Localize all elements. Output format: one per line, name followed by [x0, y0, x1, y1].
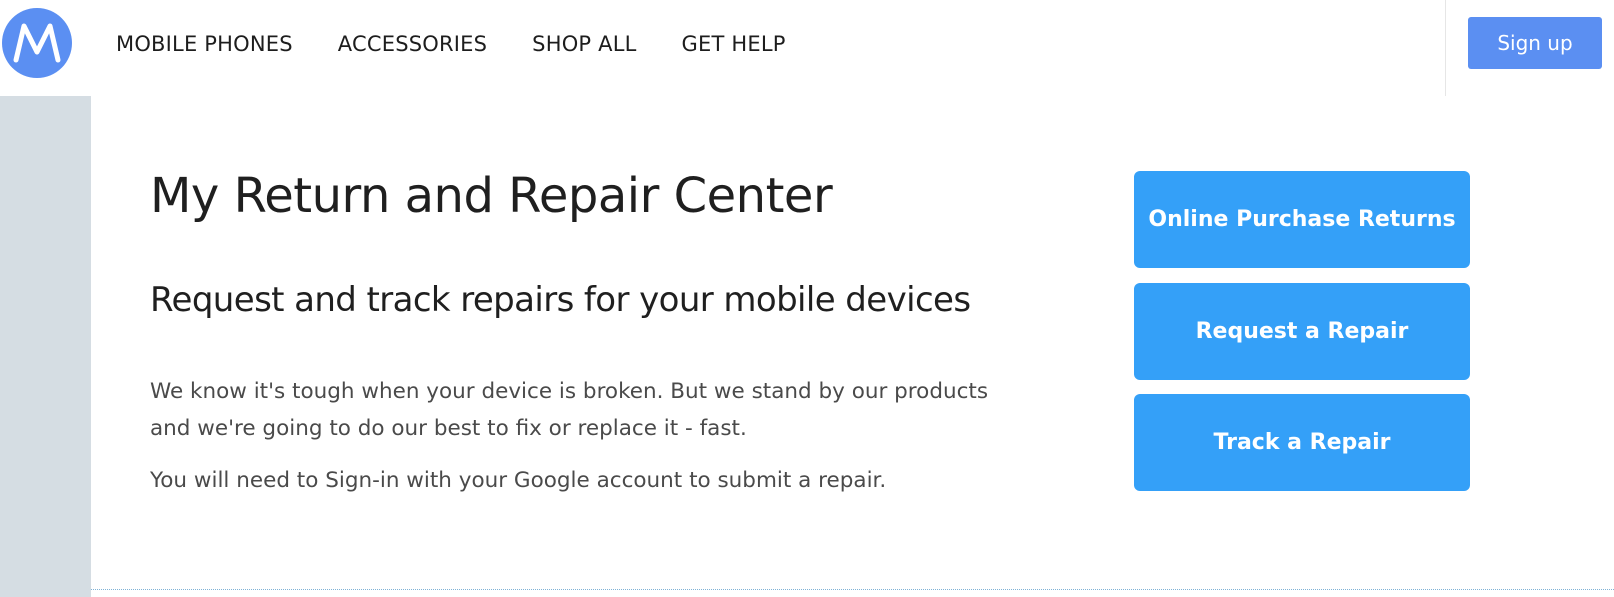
nav-get-help[interactable]: GET HELP: [682, 32, 786, 56]
batwing-m-icon: [13, 23, 61, 63]
nav-shop-all[interactable]: SHOP ALL: [532, 32, 636, 56]
nav-mobile-phones[interactable]: MOBILE PHONES: [116, 32, 293, 56]
page-title: My Return and Repair Center: [150, 168, 833, 224]
online-purchase-returns-button[interactable]: Online Purchase Returns: [1134, 171, 1470, 268]
intro-paragraph: We know it's tough when your device is b…: [150, 379, 989, 441]
left-rail: [0, 96, 91, 597]
page-subtitle: Request and track repairs for your mobil…: [150, 280, 971, 320]
sign-in-note: You will need to Sign-in with your Googl…: [150, 468, 887, 493]
track-repair-button[interactable]: Track a Repair: [1134, 394, 1470, 491]
top-navigation-bar: MOBILE PHONES ACCESSORIES SHOP ALL GET H…: [0, 0, 1614, 96]
section-divider: [91, 589, 1614, 590]
header-divider: [1445, 0, 1446, 96]
motorola-logo-icon[interactable]: [2, 8, 72, 78]
nav-accessories[interactable]: ACCESSORIES: [338, 32, 487, 56]
request-repair-button[interactable]: Request a Repair: [1134, 283, 1470, 380]
main-nav: MOBILE PHONES ACCESSORIES SHOP ALL GET H…: [116, 0, 786, 88]
sign-up-button[interactable]: Sign up: [1468, 17, 1602, 69]
